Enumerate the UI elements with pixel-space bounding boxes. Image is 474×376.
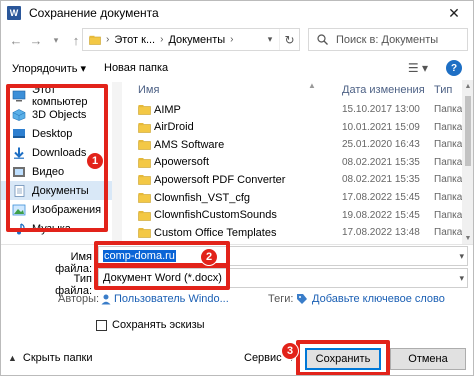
scroll-down-icon[interactable]: ▼ <box>462 232 474 244</box>
scroll-up-icon[interactable]: ▲ <box>462 80 474 92</box>
file-name: Clownfish_VST_cfg <box>154 191 250 204</box>
file-type: Папка <box>434 227 463 239</box>
column-header-type[interactable]: Тип <box>434 84 452 96</box>
chevron-down-icon[interactable]: ▾ <box>459 273 464 284</box>
user-icon <box>101 294 111 305</box>
authors-label: Авторы: <box>58 293 100 305</box>
tags-label: Теги: <box>268 293 294 305</box>
view-options-icon[interactable]: ☰ ▾ <box>408 61 428 75</box>
file-date: 25.01.2020 16:43 <box>342 139 420 151</box>
file-name: Apowersoft <box>154 156 210 169</box>
new-folder-button[interactable]: Новая папка <box>104 62 168 74</box>
table-row[interactable]: AirDroid 10.01.2021 15:09 Папка <box>124 119 464 136</box>
back-arrow-icon[interactable]: ← <box>6 30 26 50</box>
file-type: Папка <box>434 209 463 221</box>
file-date: 08.02.2021 15:35 <box>342 174 420 186</box>
toolbar: Упорядочить ▾ Новая папка ☰ ▾ ? <box>0 56 474 80</box>
address-dropdown-icon[interactable]: ▾ <box>263 29 277 50</box>
breadcrumb-separator-icon: › <box>230 34 234 45</box>
table-row[interactable]: AIMP 15.10.2017 13:00 Папка <box>124 101 464 118</box>
file-list: ▲ Имя Дата изменения Тип AIMP 15.10.2017 … <box>124 80 464 244</box>
file-name: Custom Office Templates <box>154 226 277 239</box>
table-row[interactable]: AMS Software 25.01.2020 16:43 Папка <box>124 136 464 153</box>
address-bar[interactable]: › Этот к... › Документы › ▾ ↻ <box>82 28 300 51</box>
word-app-icon: W <box>7 6 21 20</box>
breadcrumb-this-pc[interactable]: Этот к... <box>114 34 155 46</box>
breadcrumb-separator-icon: › <box>106 34 110 45</box>
filename-label: Имя файла: <box>55 251 92 275</box>
authors-value[interactable]: Пользователь Windo... <box>114 293 229 305</box>
annotation-box-filetype <box>94 264 230 290</box>
sort-chevron-icon: ▲ <box>308 81 316 90</box>
tag-icon <box>297 294 307 304</box>
file-type: Папка <box>434 192 463 203</box>
folder-icon <box>138 122 151 133</box>
tags-value[interactable]: Добавьте ключевое слово <box>312 293 445 305</box>
annotation-badge-3: 3 <box>281 342 299 360</box>
folder-icon <box>138 210 151 221</box>
table-row[interactable]: Clownfish_VST_cfg 17.08.2022 15:45 Папка <box>124 189 464 206</box>
search-box[interactable] <box>308 28 468 51</box>
scroll-thumb[interactable] <box>465 96 471 166</box>
folder-icon <box>89 35 101 45</box>
refresh-icon[interactable]: ↻ <box>279 29 299 50</box>
file-name: Apowersoft PDF Converter <box>154 173 286 186</box>
file-type: Папка <box>434 104 463 115</box>
file-type: Папка <box>434 156 463 168</box>
chevron-up-icon: ▲ <box>8 353 17 363</box>
hide-folders-button[interactable]: ▲ Скрыть папки <box>8 352 93 364</box>
annotation-box-save <box>296 340 390 376</box>
file-type: Папка <box>434 139 463 151</box>
annotation-badge-1: 1 <box>86 152 104 170</box>
file-date: 17.08.2022 15:45 <box>342 192 420 203</box>
forward-arrow-icon[interactable]: → <box>26 30 46 50</box>
organize-button[interactable]: Упорядочить ▾ <box>12 62 86 75</box>
divider <box>0 244 474 245</box>
search-icon <box>317 34 328 45</box>
hide-folders-label: Скрыть папки <box>22 352 93 364</box>
title-bar: W Сохранение документа ✕ <box>0 0 474 26</box>
folder-icon <box>138 157 151 168</box>
file-type: Папка <box>434 174 463 186</box>
folder-icon <box>138 228 151 238</box>
breadcrumb-separator-icon: › <box>160 34 164 45</box>
column-header-name[interactable]: Имя <box>138 84 159 96</box>
breadcrumb-documents[interactable]: Документы <box>168 34 225 46</box>
save-thumbnail-label: Сохранять эскизы <box>112 319 205 331</box>
sidebar-scrollbar[interactable] <box>112 82 122 244</box>
file-date: 10.01.2021 15:09 <box>342 121 420 133</box>
table-row[interactable]: Apowersoft PDF Converter 08.02.2021 15:35… <box>124 171 464 188</box>
save-thumbnail-checkbox[interactable] <box>96 320 107 331</box>
file-date: 15.10.2017 13:00 <box>342 104 420 115</box>
service-label: Сервис <box>244 352 282 364</box>
file-name: ClownfishCustomSounds <box>154 209 277 222</box>
cancel-button[interactable]: Отмена <box>390 348 466 370</box>
folder-icon <box>138 140 151 150</box>
file-name: AirDroid <box>154 121 194 134</box>
table-row[interactable]: Apowersoft 08.02.2021 15:35 Папка <box>124 154 464 171</box>
recent-chevron-icon[interactable]: ▾ <box>46 30 66 50</box>
file-list-header: ▲ Имя Дата изменения Тип <box>124 80 464 100</box>
folder-icon <box>138 105 151 115</box>
table-row[interactable]: ClownfishCustomSounds 19.08.2022 15:45 Пап… <box>124 207 464 224</box>
navigation-bar: ← → ▾ ↑ › Этот к... › Документы › ▾ ↻ <box>0 26 474 54</box>
table-row[interactable]: Custom Office Templates 17.08.2022 13:48 П… <box>124 224 464 241</box>
chevron-down-icon[interactable]: ▾ <box>459 251 464 262</box>
folder-icon <box>138 175 151 186</box>
file-list-scrollbar[interactable]: ▲ ▼ <box>462 80 474 244</box>
folder-icon <box>138 193 151 203</box>
column-header-date[interactable]: Дата изменения <box>342 84 425 96</box>
file-date: 17.08.2022 13:48 <box>342 227 420 239</box>
annotation-badge-2: 2 <box>200 248 218 266</box>
file-date: 08.02.2021 15:35 <box>342 156 420 168</box>
help-icon[interactable]: ? <box>446 60 462 76</box>
file-name: AIMP <box>154 103 181 116</box>
file-name: AMS Software <box>154 138 225 151</box>
window-title: Сохранение документа <box>29 6 159 20</box>
file-type: Папка <box>434 121 463 133</box>
close-icon[interactable]: ✕ <box>434 0 474 26</box>
file-date: 19.08.2022 15:45 <box>342 209 420 221</box>
search-input[interactable] <box>336 33 456 46</box>
